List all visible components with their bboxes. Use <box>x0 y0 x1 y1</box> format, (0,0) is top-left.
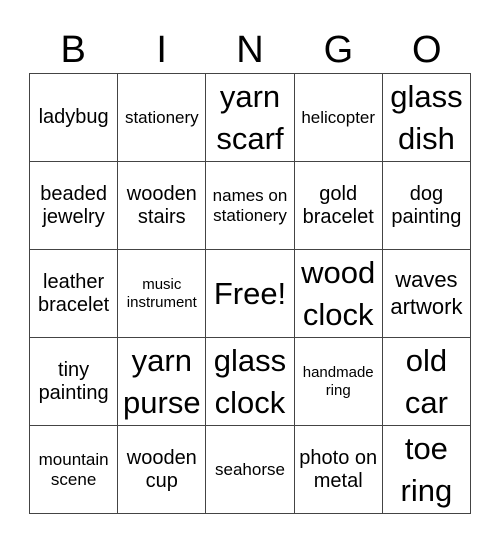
bingo-cell[interactable]: ladybug <box>30 74 119 162</box>
bingo-cell[interactable]: dog painting <box>382 162 471 250</box>
header-letter-b: B <box>60 29 86 71</box>
bingo-cell[interactable]: wood clock <box>294 250 383 338</box>
bingo-header: B I N G O <box>29 28 471 72</box>
bingo-cell[interactable]: yarn purse <box>118 338 207 426</box>
header-letter-g: G <box>323 29 354 71</box>
bingo-cell[interactable]: yarn scarf <box>206 74 295 162</box>
bingo-cell[interactable]: old car <box>382 338 471 426</box>
bingo-grid: ladybug stationery yarn scarf helicopter gla… <box>29 73 471 514</box>
bingo-cell[interactable]: helicopter <box>294 74 383 162</box>
bingo-cell[interactable]: wooden stairs <box>118 162 207 250</box>
bingo-cell[interactable]: seahorse <box>206 426 295 514</box>
bingo-cell[interactable]: wooden cup <box>118 426 207 514</box>
bingo-cell[interactable]: toe ring <box>382 426 471 514</box>
bingo-cell[interactable]: handmade ring <box>294 338 383 426</box>
bingo-cell[interactable]: leather bracelet <box>30 250 119 338</box>
header-letter-n: N <box>236 29 264 71</box>
bingo-cell[interactable]: glass clock <box>206 338 295 426</box>
bingo-cell[interactable]: gold bracelet <box>294 162 383 250</box>
bingo-cell[interactable]: waves artwork <box>382 250 471 338</box>
bingo-cell[interactable]: photo on metal <box>294 426 383 514</box>
bingo-cell[interactable]: glass dish <box>382 74 471 162</box>
bingo-cell[interactable]: mountain scene <box>30 426 119 514</box>
header-letter-o: O <box>412 29 442 71</box>
bingo-cell[interactable]: names on stationery <box>206 162 295 250</box>
header-letter-i: I <box>156 29 167 71</box>
bingo-cell[interactable]: beaded jewelry <box>30 162 119 250</box>
bingo-cell[interactable]: stationery <box>118 74 207 162</box>
bingo-cell[interactable]: tiny painting <box>30 338 119 426</box>
free-space-cell[interactable]: Free! <box>206 250 295 338</box>
bingo-cell[interactable]: music instrument <box>118 250 207 338</box>
